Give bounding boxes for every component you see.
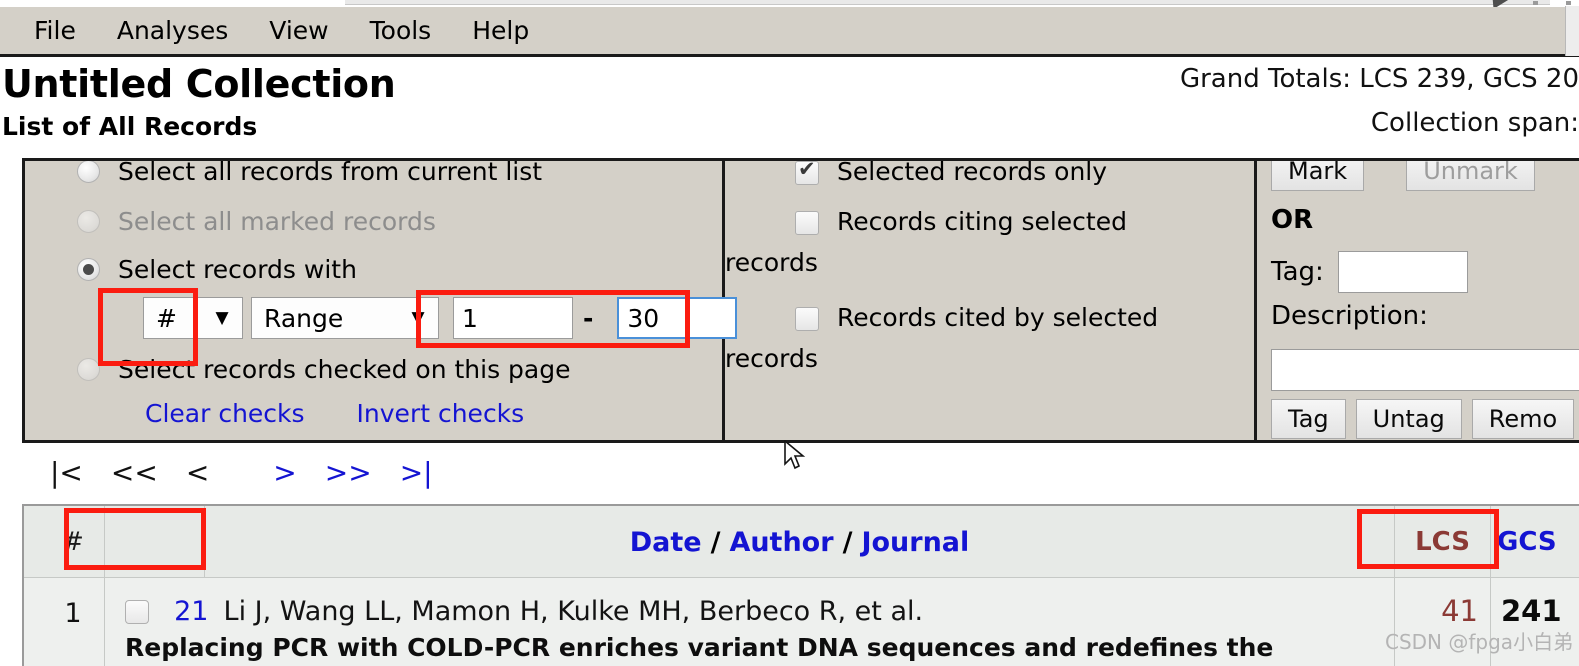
chevron-down-icon-mode: ▼ <box>411 308 425 328</box>
radio-button-all-marked[interactable] <box>77 210 100 233</box>
field-select-value: # <box>156 303 177 333</box>
menu-item-analyses[interactable]: Analyses <box>101 14 244 47</box>
menu-item-view[interactable]: View <box>253 14 344 47</box>
radio-option-records-with[interactable]: Select records with <box>77 255 357 284</box>
radio-button-checked-this-page[interactable] <box>77 358 100 381</box>
mark-buttons-row: Mark Unmark <box>1271 161 1535 191</box>
application-window: File Analyses View Tools Help Untitled C… <box>0 0 1579 666</box>
check-actions-row: Clear checks Invert checks <box>145 399 524 428</box>
checkbox-option-cited-by-selected[interactable]: Records cited by selected records <box>725 301 1254 383</box>
radio-label-all-current-list: Select all records from current list <box>118 158 543 186</box>
checkbox-label-selected-records-only: Selected records only <box>837 158 1108 186</box>
mark-button[interactable]: Mark <box>1271 161 1365 191</box>
chrome-dot-two <box>1566 1 1571 5</box>
row-record-cell: 21 Li J, Wang LL, Mamon H, Kulke MH, Ber… <box>104 578 1394 666</box>
column-header-number[interactable]: # <box>42 506 104 578</box>
checkbox-label-records-cited-by-selected: Records cited by selected <box>837 303 1159 332</box>
clear-checks-link[interactable]: Clear checks <box>145 399 305 428</box>
mouse-cursor-icon <box>784 440 806 470</box>
radio-button-all-current-list[interactable] <box>77 161 100 183</box>
mode-select-value: Range <box>264 303 344 333</box>
tag-input[interactable] <box>1337 251 1468 293</box>
checkbox-label-citing-wrap: records <box>725 248 818 277</box>
column-header-date-author-journal: Date / Author / Journal <box>204 506 1394 578</box>
radio-option-all-marked[interactable]: Select all marked records <box>77 207 436 236</box>
column-header-date[interactable]: Date <box>630 527 702 558</box>
checkbox-label-cited-by-wrap: records <box>725 344 818 373</box>
radio-option-checked-this-page[interactable]: Select records checked on this page <box>77 355 571 384</box>
pager-prev-block-button[interactable]: << <box>97 456 172 489</box>
scope-options-panel: Selected records only Records citing sel… <box>725 158 1254 440</box>
radio-label-checked-this-page: Select records checked on this page <box>118 355 571 384</box>
collection-header: Untitled Collection List of All Records … <box>0 60 1579 158</box>
table-header-row: # Date / Author / Journal LCS GCS <box>24 506 1579 578</box>
range-separator: - <box>583 303 594 333</box>
row-record-title[interactable]: Replacing PCR with COLD-PCR enriches var… <box>125 633 1394 662</box>
radio-button-records-with[interactable] <box>77 258 100 281</box>
untag-button[interactable]: Untag <box>1355 399 1462 439</box>
menu-item-help[interactable]: Help <box>456 14 545 47</box>
chevron-down-icon-field: ▼ <box>215 308 229 328</box>
tag-button[interactable]: Tag <box>1271 399 1346 439</box>
or-separator-label: OR <box>1271 205 1314 235</box>
checkbox-option-citing-selected[interactable]: Records citing selected records <box>725 205 1254 287</box>
page-title: Untitled Collection <box>2 62 396 106</box>
radio-label-all-marked: Select all marked records <box>118 207 436 236</box>
tag-actions-row: Tag Untag Remo <box>1271 399 1575 439</box>
chrome-dot-one <box>1533 1 1538 5</box>
radio-option-all-current-list[interactable]: Select all records from current list <box>77 158 543 186</box>
unmark-button[interactable]: Unmark <box>1406 161 1535 191</box>
mode-select-dropdown[interactable]: Range ▼ <box>251 297 439 339</box>
browser-tab-strip <box>345 0 1550 5</box>
header-separator-1: / <box>710 526 721 558</box>
range-to-input[interactable]: 30 <box>617 297 738 339</box>
tag-field-label: Tag: <box>1271 257 1324 287</box>
menu-item-tools[interactable]: Tools <box>354 14 448 47</box>
menu-item-file[interactable]: File <box>18 14 92 47</box>
row-record-id[interactable]: 21 <box>174 596 208 627</box>
pagination-controls: |< << < > >> >| <box>36 456 447 489</box>
range-from-input[interactable]: 1 <box>453 297 573 339</box>
row-record-authors: Li J, Wang LL, Mamon H, Kulke MH, Berbec… <box>223 596 924 627</box>
header-separator-2: / <box>842 526 853 558</box>
csdn-watermark: CSDN @fpga小白弟 <box>1385 630 1574 654</box>
collection-span-text: Collection span: <box>1370 108 1579 138</box>
radio-label-records-with: Select records with <box>118 255 357 284</box>
checkbox-option-selected-only[interactable]: Selected records only <box>725 158 1254 189</box>
column-header-checkbox <box>104 506 204 578</box>
row-number: 1 <box>64 598 82 629</box>
invert-checks-link[interactable]: Invert checks <box>357 399 525 428</box>
field-select-dropdown[interactable]: # ▼ <box>143 297 243 339</box>
menu-bar: File Analyses View Tools Help <box>0 5 1579 57</box>
pager-next-button[interactable]: > <box>259 456 310 489</box>
pager-next-block-button[interactable]: >> <box>311 456 386 489</box>
description-field-label: Description: <box>1271 301 1428 331</box>
row-select-checkbox[interactable] <box>125 600 149 624</box>
selection-toolbar: Select all records from current list Sel… <box>22 158 1579 443</box>
pager-prev-button[interactable]: < <box>172 456 223 489</box>
checkbox-records-citing-selected[interactable] <box>795 211 819 235</box>
mark-and-tag-panel: Mark Unmark OR Tag: Description: Tag Unt… <box>1257 161 1579 440</box>
browser-chrome-strip <box>0 0 1579 9</box>
record-selection-panel: Select all records from current list Sel… <box>25 158 738 440</box>
list-subtitle: List of All Records <box>2 112 258 141</box>
column-header-journal[interactable]: Journal <box>861 527 969 558</box>
pager-first-button[interactable]: |< <box>36 456 97 489</box>
tag-field-row: Tag: <box>1271 251 1468 293</box>
range-criteria-row: # ▼ Range ▼ 1 - 30 <box>143 297 738 339</box>
checkbox-records-cited-by-selected[interactable] <box>795 307 819 331</box>
table-row: 1 21 Li J, Wang LL, Mamon H, Kulke MH, B… <box>24 578 1579 666</box>
column-header-gcs[interactable]: GCS <box>1490 506 1579 578</box>
checkbox-label-records-citing-selected: Records citing selected <box>837 207 1127 236</box>
records-table: # Date / Author / Journal LCS GCS 1 21 L… <box>22 504 1579 666</box>
grand-totals-text: Grand Totals: LCS 239, GCS 20 <box>1179 64 1579 94</box>
remove-button[interactable]: Remo <box>1471 399 1575 439</box>
column-header-lcs[interactable]: LCS <box>1394 506 1490 578</box>
pager-last-button[interactable]: >| <box>386 456 447 489</box>
description-input[interactable] <box>1271 349 1579 391</box>
menu-bar-right-edge <box>1565 5 1579 56</box>
column-header-author[interactable]: Author <box>729 527 833 558</box>
checkbox-selected-records-only[interactable] <box>795 161 819 185</box>
